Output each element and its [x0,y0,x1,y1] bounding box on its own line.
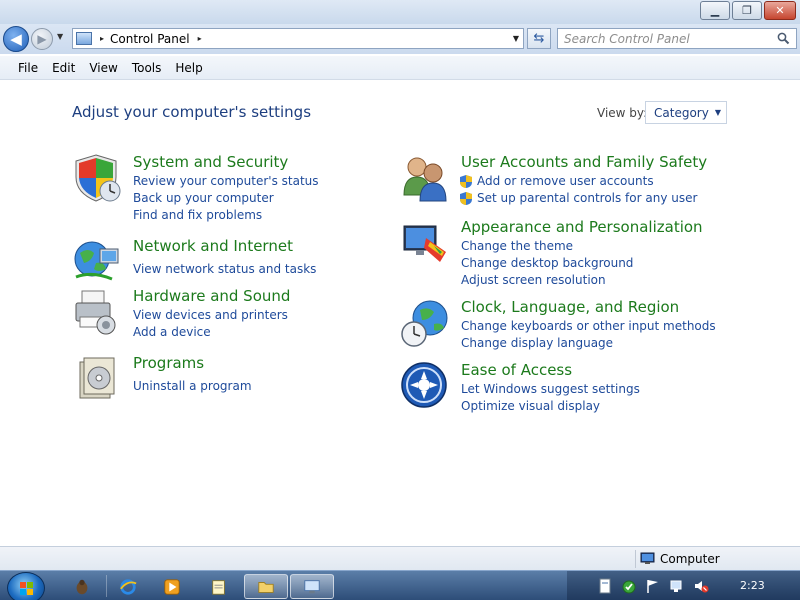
action-center-flag-icon[interactable] [645,578,661,594]
taskbar-control-panel[interactable] [290,574,334,599]
taskbar-app-icon[interactable] [60,574,104,599]
menu-help[interactable]: Help [175,61,202,75]
control-panel-icon [76,32,92,45]
search-icon[interactable] [777,32,790,45]
address-bar[interactable]: ▸ Control Panel ▸ ▼ [72,28,524,49]
link-display-language[interactable]: Change display language [461,336,613,350]
breadcrumb-chevron-icon[interactable]: ▸ [100,34,104,43]
start-button[interactable] [7,572,45,600]
document-icon[interactable] [597,578,613,594]
link-change-keyboards[interactable]: Change keyboards or other input methods [461,319,716,333]
link-backup[interactable]: Back up your computer [133,191,274,205]
category-title[interactable]: System and Security [133,153,288,171]
status-location: Computer [660,552,720,566]
navigation-bar: ◀ ▶ ▼ ▸ Control Panel ▸ ▼ ⇆ [0,24,800,54]
menu-file[interactable]: File [18,61,38,75]
taskbar-media-player[interactable] [150,574,194,599]
internet-explorer-icon [120,578,137,595]
view-by-value: Category [654,105,709,120]
refresh-button[interactable]: ⇆ [527,28,551,49]
users-icon[interactable] [400,153,450,203]
computer-icon [640,552,655,564]
link-review-status[interactable]: Review your computer's status [133,174,319,188]
programs-icon[interactable] [72,354,122,404]
breadcrumb-control-panel[interactable]: Control Panel [110,32,190,46]
system-clock[interactable]: 2:23 [740,579,765,592]
link-add-remove-users[interactable]: Add or remove user accounts [477,174,654,188]
printer-icon[interactable] [72,287,122,337]
notification-area: 2:23 [567,571,800,600]
breadcrumb-chevron-icon[interactable]: ▸ [198,34,202,43]
link-devices-printers[interactable]: View devices and printers [133,308,288,322]
link-add-device[interactable]: Add a device [133,325,211,339]
link-screen-resolution[interactable]: Adjust screen resolution [461,273,606,287]
link-network-status[interactable]: View network status and tasks [133,262,316,276]
uac-shield-icon [460,192,472,205]
uac-shield-icon [460,175,472,188]
menu-tools[interactable]: Tools [132,61,162,75]
search-box[interactable] [557,28,797,49]
menu-bar: File Edit View Tools Help [0,56,800,80]
category-title[interactable]: Clock, Language, and Region [461,298,679,316]
folder-icon [258,581,274,593]
shield-icon[interactable] [72,153,122,203]
windows-logo-icon [20,582,33,595]
taskbar-explorer[interactable] [244,574,288,599]
window-controls: ▁ ❐ ✕ [700,1,796,20]
link-change-theme[interactable]: Change the theme [461,239,573,253]
forward-button[interactable]: ▶ [31,28,53,50]
ease-of-access-icon[interactable] [400,361,450,411]
menu-view[interactable]: View [89,61,117,75]
link-find-fix-problems[interactable]: Find and fix problems [133,208,262,222]
control-panel-content: Adjust your computer's settings View by:… [0,81,800,546]
link-parental-controls[interactable]: Set up parental controls for any user [477,191,697,205]
network-icon[interactable] [669,578,685,594]
clock-globe-icon[interactable] [400,298,450,348]
monitor-palette-icon[interactable] [400,218,450,268]
category-title[interactable]: Hardware and Sound [133,287,290,305]
category-title[interactable]: Network and Internet [133,237,293,255]
taskbar-internet-explorer[interactable] [106,574,150,599]
back-button[interactable]: ◀ [3,26,29,52]
page-title: Adjust your computer's settings [72,103,312,121]
category-title[interactable]: Ease of Access [461,361,572,379]
taskbar-notepad[interactable] [197,574,241,599]
control-panel-icon [304,579,320,593]
category-title[interactable]: User Accounts and Family Safety [461,153,707,171]
media-player-icon [164,578,180,595]
dropdown-arrow-icon: ▼ [714,108,721,117]
category-title[interactable]: Programs [133,354,204,372]
link-desktop-background[interactable]: Change desktop background [461,256,633,270]
close-button[interactable]: ✕ [764,1,796,20]
status-divider [635,550,636,568]
title-bar: ▁ ❐ ✕ [0,0,800,24]
network-globe-icon[interactable] [72,237,122,287]
recent-pages-dropdown[interactable]: ▼ [57,32,63,41]
link-windows-suggest[interactable]: Let Windows suggest settings [461,382,640,396]
view-by-label: View by: [597,106,648,120]
maximize-button[interactable]: ❐ [732,1,762,20]
address-dropdown-icon[interactable]: ▼ [513,34,519,43]
taskbar: 2:23 [0,570,800,600]
bug-icon [76,579,88,594]
security-icon[interactable] [621,578,637,594]
menu-edit[interactable]: Edit [52,61,75,75]
link-optimize-display[interactable]: Optimize visual display [461,399,600,413]
notepad-icon [212,579,225,595]
status-bar: Computer [0,546,800,570]
view-by-dropdown[interactable]: Category ▼ [645,101,727,124]
volume-muted-icon[interactable] [693,578,709,594]
minimize-button[interactable]: ▁ [700,1,730,20]
link-uninstall-program[interactable]: Uninstall a program [133,379,252,393]
category-title[interactable]: Appearance and Personalization [461,218,703,236]
search-input[interactable] [564,31,764,46]
